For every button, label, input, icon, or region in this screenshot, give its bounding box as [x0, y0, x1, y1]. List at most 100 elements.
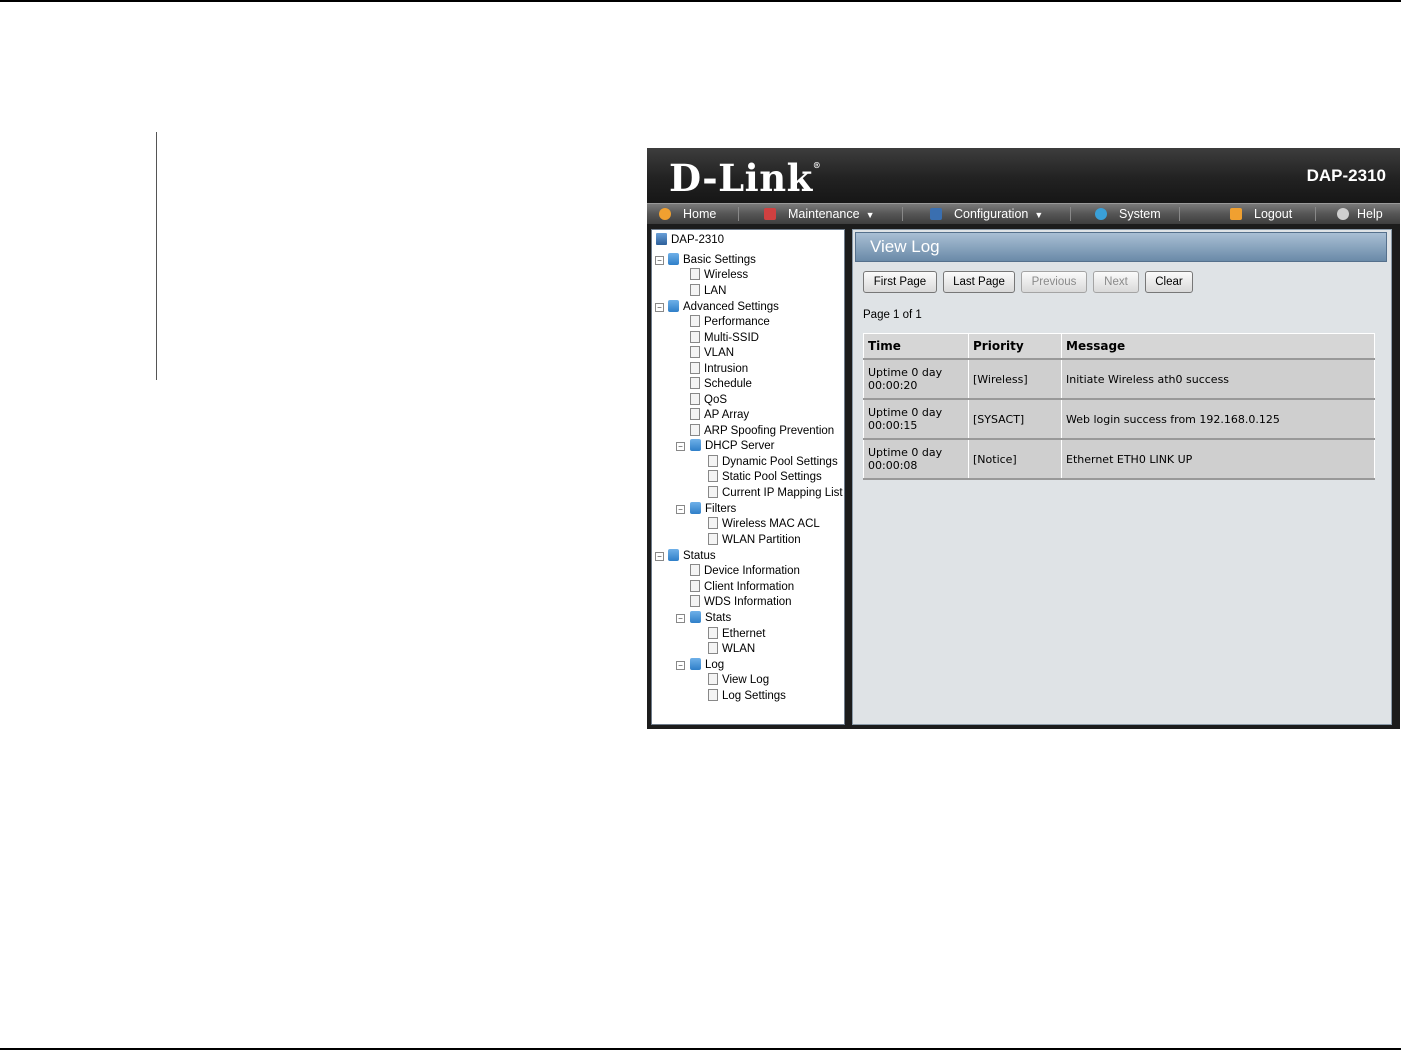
page-icon [708, 627, 718, 639]
folder-icon [690, 658, 701, 670]
dlink-web-ui: D-Link® DAP-2310 Home Maintenance ▼ Confi… [647, 148, 1400, 729]
logout-icon [1230, 208, 1242, 220]
tree-item-filters[interactable]: Filters [690, 502, 736, 517]
margin-rule [156, 132, 157, 380]
page-icon [708, 642, 718, 654]
tree-item-dhcp-server[interactable]: DHCP Server [690, 439, 774, 454]
column-header-priority: Priority [968, 333, 1062, 360]
tree-item-qos[interactable]: QoS [690, 393, 727, 408]
page-icon [708, 517, 718, 529]
model-name: DAP-2310 [1306, 166, 1386, 185]
menu-logout[interactable]: Logout [1230, 204, 1292, 224]
tree-item-schedule[interactable]: Schedule [690, 377, 752, 392]
message-cell: Ethernet ETH0 LINK UP [1061, 438, 1375, 480]
tree-item-multi-ssid[interactable]: Multi-SSID [690, 331, 759, 346]
chevron-down-icon: ▼ [1034, 210, 1044, 220]
tree-item-ethernet[interactable]: Ethernet [708, 627, 765, 642]
tree-item-basic-settings[interactable]: Basic Settings [668, 253, 756, 268]
main-panel: View Log First Page Last Page Previous N… [852, 229, 1392, 725]
page-icon [690, 408, 700, 420]
message-cell: Web login success from 192.168.0.125 [1061, 398, 1375, 440]
page-indicator: Page 1 of 1 [863, 309, 922, 321]
previous-button[interactable]: Previous [1021, 271, 1087, 293]
column-header-time: Time [863, 333, 969, 360]
dlink-logo: D-Link® [669, 156, 822, 200]
tree-item-static-pool-settings[interactable]: Static Pool Settings [708, 470, 822, 485]
collapse-icon[interactable]: − [676, 505, 685, 514]
page-icon [690, 564, 700, 576]
tree-item-lan[interactable]: LAN [690, 284, 726, 299]
page-icon [708, 486, 718, 498]
tree-item-wlan-partition[interactable]: WLAN Partition [708, 533, 801, 548]
tree-item-wireless-mac-acl[interactable]: Wireless MAC ACL [708, 517, 820, 532]
tree-item-intrusion[interactable]: Intrusion [690, 362, 748, 377]
bottom-rule [0, 1048, 1401, 1050]
menu-maintenance[interactable]: Maintenance ▼ [764, 204, 875, 224]
next-button[interactable]: Next [1093, 271, 1139, 293]
menu-divider [738, 207, 739, 221]
tree-item-vlan[interactable]: VLAN [690, 346, 734, 361]
tree-item-device-information[interactable]: Device Information [690, 564, 800, 579]
collapse-icon[interactable]: − [655, 256, 664, 265]
table-row: Uptime 0 day 00:00:08 [Notice] Ethernet E… [863, 438, 1375, 480]
collapse-icon[interactable]: − [676, 614, 685, 623]
page-icon [708, 533, 718, 545]
menu-help[interactable]: Help [1337, 204, 1383, 224]
priority-cell: [Notice] [968, 438, 1062, 480]
tree-item-view-log[interactable]: View Log [708, 673, 769, 688]
page-icon [690, 315, 700, 327]
top-rule [0, 0, 1401, 2]
page-icon [690, 331, 700, 343]
menu-home[interactable]: Home [659, 204, 716, 224]
menu-system[interactable]: System [1095, 204, 1161, 224]
clear-button[interactable]: Clear [1145, 271, 1193, 293]
tree-item-arp-spoofing-prevention[interactable]: ARP Spoofing Prevention [690, 424, 834, 439]
collapse-icon[interactable]: − [655, 552, 664, 561]
collapse-icon[interactable]: − [676, 661, 685, 670]
tree-item-log[interactable]: Log [690, 658, 724, 673]
tree-item-dynamic-pool-settings[interactable]: Dynamic Pool Settings [708, 455, 838, 470]
page-icon [690, 362, 700, 374]
table-row: Uptime 0 day 00:00:20 [Wireless] Initiate… [863, 358, 1375, 400]
help-icon [1337, 208, 1349, 220]
folder-icon [690, 611, 701, 623]
table-header-row: Time Priority Message [863, 333, 1375, 360]
tools-icon [764, 208, 776, 220]
menu-divider [902, 207, 903, 221]
menu-bar: Home Maintenance ▼ Configuration ▼ System … [647, 203, 1400, 224]
tree-item-wlan[interactable]: WLAN [708, 642, 755, 657]
tree-item-ap-array[interactable]: AP Array [690, 408, 749, 423]
tree-item-wireless[interactable]: Wireless [690, 268, 748, 283]
priority-cell: [Wireless] [968, 358, 1062, 400]
page-icon [708, 470, 718, 482]
page-icon [690, 284, 700, 296]
priority-cell: [SYSACT] [968, 398, 1062, 440]
collapse-icon[interactable]: − [676, 442, 685, 451]
tree-item-advanced-settings[interactable]: Advanced Settings [668, 300, 779, 315]
tree-item-current-ip-mapping-list[interactable]: Current IP Mapping List [708, 486, 843, 501]
page-icon [690, 268, 700, 280]
page-icon [708, 455, 718, 467]
first-page-button[interactable]: First Page [863, 271, 937, 293]
page-icon [708, 673, 718, 685]
page-icon [690, 346, 700, 358]
tree-item-wds-information[interactable]: WDS Information [690, 595, 792, 610]
floppy-icon [930, 208, 942, 220]
column-header-message: Message [1061, 333, 1375, 360]
computer-icon [656, 233, 667, 245]
menu-divider [1315, 207, 1316, 221]
tree-item-status[interactable]: Status [668, 549, 716, 564]
folder-icon [668, 549, 679, 561]
time-cell: Uptime 0 day 00:00:08 [863, 438, 969, 480]
tree-item-client-information[interactable]: Client Information [690, 580, 794, 595]
page-icon [690, 393, 700, 405]
tree-item-performance[interactable]: Performance [690, 315, 770, 330]
menu-configuration[interactable]: Configuration ▼ [930, 204, 1043, 224]
tree-item-stats[interactable]: Stats [690, 611, 731, 626]
last-page-button[interactable]: Last Page [943, 271, 1015, 293]
tree-item-dap-2310[interactable]: DAP-2310 [656, 233, 724, 248]
system-icon [1095, 208, 1107, 220]
tree-item-log-settings[interactable]: Log Settings [708, 689, 786, 704]
collapse-icon[interactable]: − [655, 303, 664, 312]
navigation-tree: DAP-2310 − Basic Settings Wireless LAN −… [651, 229, 845, 725]
